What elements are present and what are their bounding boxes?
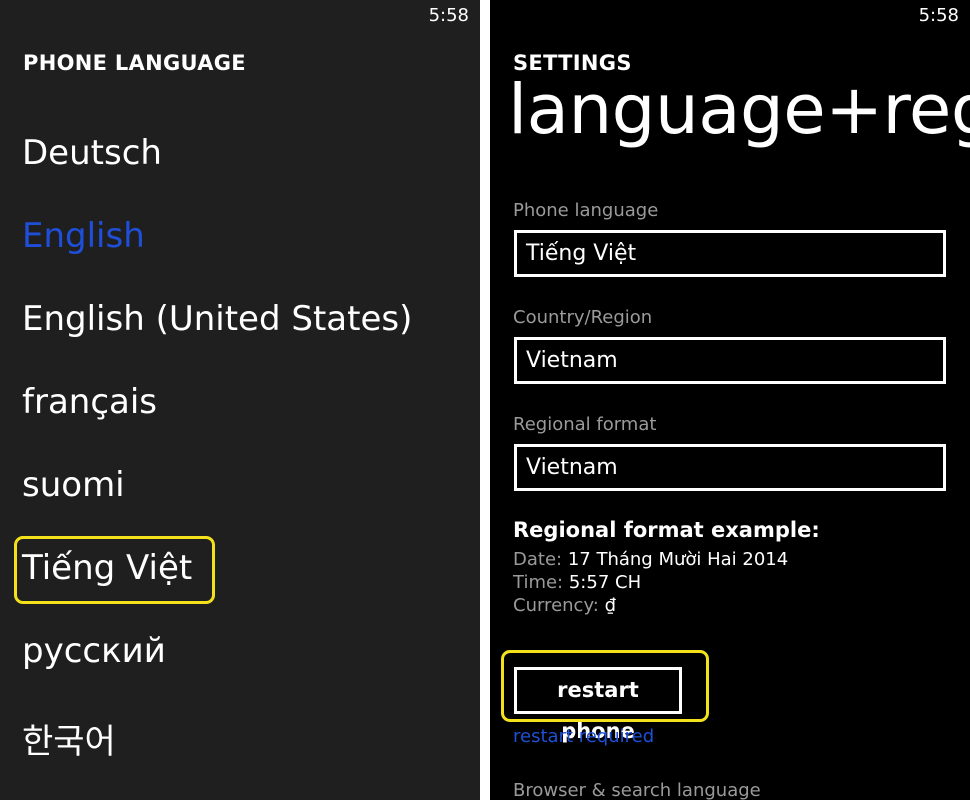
page-title: language+region: [508, 70, 970, 150]
time-key: Time:: [513, 572, 564, 593]
picker-title: PHONE LANGUAGE: [23, 51, 246, 75]
time-value: 5:57 CH: [568, 572, 642, 593]
language-option-english[interactable]: English: [22, 216, 145, 256]
language-option-english-united-states[interactable]: English (United States): [22, 299, 412, 339]
language-option-francais[interactable]: français: [22, 382, 157, 422]
status-bar-clock: 5:58: [918, 5, 959, 26]
regional-format-picker[interactable]: Vietnam: [514, 444, 946, 491]
format-example-date: Date: 17 Tháng Mười Hai 2014: [513, 549, 788, 570]
phone-language-picker[interactable]: Tiếng Việt: [514, 230, 946, 277]
regional-format-label: Regional format: [513, 414, 657, 435]
currency-key: Currency:: [513, 595, 599, 616]
currency-value: ₫: [604, 595, 617, 616]
tieng-viet-highlight-outline: [14, 536, 215, 604]
language-option-korean[interactable]: 한국어: [22, 714, 116, 763]
country-region-label: Country/Region: [513, 307, 653, 328]
date-value: 17 Tháng Mười Hai 2014: [567, 549, 789, 570]
language-region-settings-screen: 5:58 SETTINGS language+region Phone lang…: [490, 0, 970, 800]
format-example-time: Time: 5:57 CH: [513, 572, 641, 593]
language-option-deutsch[interactable]: Deutsch: [22, 133, 162, 173]
format-example-currency: Currency: ₫: [513, 595, 616, 616]
date-key: Date:: [513, 549, 563, 570]
phone-language-picker-screen: 5:58 PHONE LANGUAGE Deutsch English Engl…: [0, 0, 480, 800]
country-region-picker[interactable]: Vietnam: [514, 337, 946, 384]
format-example-title: Regional format example:: [513, 518, 820, 542]
restart-required-note: restart required: [513, 726, 655, 747]
language-option-russian[interactable]: русский: [22, 631, 166, 671]
status-bar-clock: 5:58: [428, 5, 469, 26]
restart-highlight-outline: [501, 650, 709, 722]
browser-search-language-label: Browser & search language: [513, 780, 761, 800]
phone-language-label: Phone language: [513, 200, 659, 221]
language-option-suomi[interactable]: suomi: [22, 465, 125, 505]
